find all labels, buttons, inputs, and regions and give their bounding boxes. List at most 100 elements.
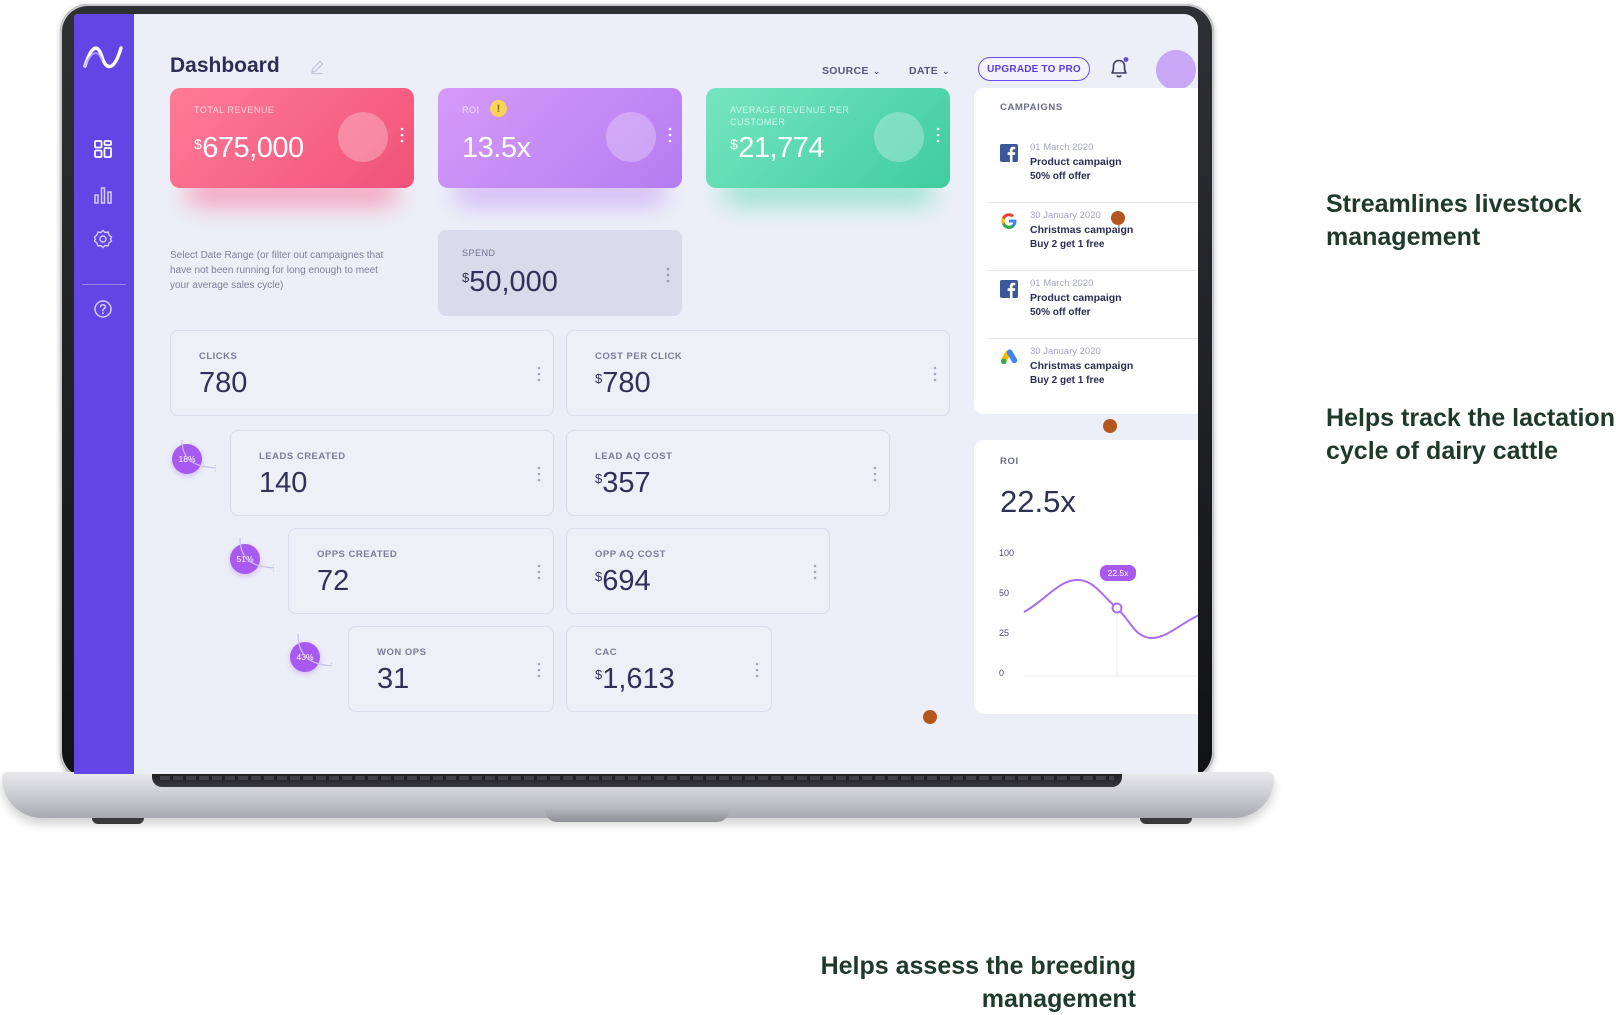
more-options-icon[interactable] (936, 126, 940, 144)
campaign-name: Product campaign (1030, 156, 1122, 168)
y-tick-label: 100 (999, 548, 1014, 558)
chevron-down-icon: ⌄ (942, 66, 950, 76)
campaign-item[interactable]: 30 January 2020 Christmas campaign Buy 2… (988, 202, 1198, 268)
total-revenue-label: TOTAL REVENUE (194, 105, 275, 115)
help-icon[interactable] (92, 298, 114, 320)
roi-series-line (1023, 578, 1198, 640)
spend-value: $50,000 (462, 266, 558, 299)
source-filter-label: SOURCE (822, 65, 869, 77)
date-filter-label: DATE (909, 65, 939, 77)
campaign-item[interactable]: 30 January 2020 Christmas campaign Buy 2… (988, 338, 1198, 404)
card-body: AVERAGE REVENUE PER CUSTOMER $21,774 (706, 88, 950, 188)
roi-data-point[interactable] (1111, 602, 1123, 614)
more-options-icon[interactable] (668, 126, 672, 144)
roi-card[interactable]: ROI ! 13.5x (438, 88, 682, 206)
settings-gear-icon[interactable] (92, 228, 114, 250)
app-logo-icon[interactable] (82, 42, 124, 72)
roi-line-chart: 100 50 25 0 22.5x (999, 548, 1198, 678)
more-options-icon[interactable] (755, 661, 759, 679)
card-decoration-circle (874, 112, 924, 162)
cac-card[interactable]: CAC $1,613 (566, 626, 772, 712)
upgrade-to-pro-button[interactable]: UPGRADE TO PRO (978, 57, 1090, 81)
cac-value: $1,613 (595, 663, 675, 696)
callout-breeding: Helps assess the breeding management (820, 952, 1136, 1013)
campaign-item[interactable]: 01 March 2020 Product campaign 50% off o… (988, 270, 1198, 336)
more-options-icon[interactable] (873, 465, 877, 483)
leads-created-label: LEADS CREATED (259, 451, 346, 462)
laptop-keyboard (152, 773, 1122, 787)
date-filter-dropdown[interactable]: DATE ⌄ (909, 65, 950, 77)
cost-per-click-value: $780 (595, 367, 651, 400)
funnel-arrow-icon (297, 633, 332, 668)
more-options-icon[interactable] (400, 126, 404, 144)
roi-label: ROI (462, 105, 480, 115)
campaign-name: Product campaign (1030, 292, 1122, 304)
campaign-date: 01 March 2020 (1030, 278, 1094, 289)
more-options-icon[interactable] (537, 563, 541, 581)
opp-aq-cost-card[interactable]: OPP AQ COST $694 (566, 528, 830, 614)
roi-value: 13.5x (462, 132, 531, 164)
roi-panel: ROI 22.5x 100 50 25 0 22.5x (974, 440, 1198, 714)
opps-created-card[interactable]: OPPS CREATED 72 (288, 528, 554, 614)
edit-pencil-icon[interactable] (309, 59, 325, 75)
opps-created-value: 72 (317, 565, 350, 597)
cost-per-click-card[interactable]: COST PER CLICK $780 (566, 330, 950, 416)
roi-panel-label: ROI (1000, 456, 1019, 467)
notification-bell-icon[interactable] (1108, 56, 1130, 80)
average-revenue-card[interactable]: AVERAGE REVENUE PER CUSTOMER $21,774 (706, 88, 950, 206)
campaign-date: 30 January 2020 (1030, 210, 1101, 221)
average-revenue-value: $21,774 (730, 132, 824, 165)
cac-label: CAC (595, 647, 618, 658)
clicks-label: CLICKS (199, 351, 238, 362)
date-range-note: Select Date Range (or filter out campaig… (170, 250, 384, 291)
card-decoration-circle (338, 112, 388, 162)
won-ops-label: WON OPS (377, 647, 427, 658)
campaign-offer: Buy 2 get 1 free (1030, 239, 1105, 250)
opp-aq-cost-value: $694 (595, 565, 651, 598)
more-options-icon[interactable] (813, 563, 817, 581)
won-ops-card[interactable]: WON OPS 31 (348, 626, 554, 712)
facebook-icon (1000, 280, 1018, 298)
callout-lactation: Helps track the lactation cycle of dairy… (1326, 404, 1615, 465)
more-options-icon[interactable] (933, 365, 937, 383)
more-options-icon[interactable] (666, 266, 670, 284)
total-revenue-card[interactable]: TOTAL REVENUE $675,000 (170, 88, 414, 206)
opps-created-label: OPPS CREATED (317, 549, 398, 560)
campaign-item[interactable]: 01 March 2020 Product campaign 50% off o… (988, 134, 1198, 200)
average-revenue-amount: 21,774 (738, 132, 824, 164)
currency-symbol: $ (730, 136, 738, 152)
spend-label: SPEND (462, 248, 496, 258)
cost-per-click-amount: 780 (602, 367, 651, 399)
clicks-card[interactable]: CLICKS 780 (170, 330, 554, 416)
currency-symbol: $ (595, 371, 603, 386)
currency-symbol: $ (595, 667, 603, 682)
campaigns-title: CAMPAIGNS (1000, 102, 1063, 113)
card-body: ROI ! 13.5x (438, 88, 682, 188)
more-options-icon[interactable] (537, 465, 541, 483)
lead-aq-cost-amount: 357 (602, 467, 651, 499)
more-options-icon[interactable] (537, 661, 541, 679)
callout-livestock: Streamlines livestock management (1326, 190, 1582, 251)
currency-symbol: $ (194, 136, 202, 152)
lead-aq-cost-value: $357 (595, 467, 651, 500)
warning-icon[interactable]: ! (490, 100, 507, 117)
lead-aq-cost-card[interactable]: LEAD AQ COST $357 (566, 430, 890, 516)
opp-aq-cost-amount: 694 (602, 565, 651, 597)
user-avatar[interactable] (1156, 50, 1196, 90)
bar-chart-icon[interactable] (92, 184, 114, 206)
currency-symbol: $ (462, 270, 470, 285)
campaign-offer: 50% off offer (1030, 307, 1091, 318)
google-ads-icon (1000, 349, 1018, 365)
spend-card[interactable]: SPEND $50,000 (438, 230, 682, 316)
spend-amount: 50,000 (469, 266, 558, 298)
card-decoration-circle (606, 112, 656, 162)
leads-created-card[interactable]: LEADS CREATED 140 (230, 430, 554, 516)
dashboard-grid-icon[interactable] (92, 138, 114, 160)
cac-amount: 1,613 (602, 663, 675, 695)
currency-symbol: $ (595, 569, 603, 584)
more-options-icon[interactable] (537, 365, 541, 383)
sidebar (74, 14, 134, 774)
leads-created-value: 140 (259, 467, 308, 499)
source-filter-dropdown[interactable]: SOURCE ⌄ (822, 65, 881, 77)
total-revenue-value: $675,000 (194, 132, 304, 165)
